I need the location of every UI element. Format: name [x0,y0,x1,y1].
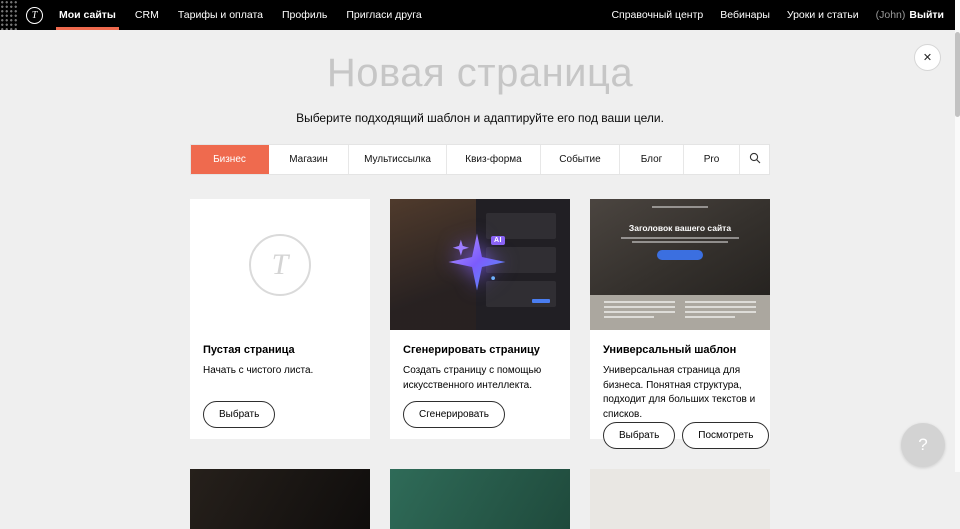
card-title: Пустая страница [203,344,357,356]
nav-invite-friend[interactable]: Пригласи друга [346,0,421,30]
new-page-modal: ✕ Новая страница Выберите подходящий шаб… [0,30,960,472]
template-category-tabs: Бизнес Магазин Мультиссылка Квиз-форма С… [190,144,770,175]
text-bar [604,316,654,318]
text-bar [604,306,675,308]
card-title: Сгенерировать страницу [403,344,557,356]
tab-shop[interactable]: Магазин [269,145,349,174]
nav-lessons[interactable]: Уроки и статьи [787,0,859,30]
universal-preview-text-section [590,295,770,330]
universal-preview-heading: Заголовок вашего сайта [590,199,770,233]
tilda-mark-icon: T [249,234,311,296]
universal-preview-text-line [621,237,739,239]
text-bar [685,306,756,308]
scrollbar-thumb[interactable] [955,32,960,117]
universal-preview-nav-bar [652,206,708,208]
card-description: Начать с чистого листа. [203,364,357,379]
help-button[interactable]: ? [901,423,945,467]
ai-preview-blue-bar [532,299,550,303]
account-logout[interactable]: (John) Выйти [876,9,944,21]
topbar-dot-pattern [0,0,18,30]
text-bar [604,311,675,313]
card-body: Универсальный шаблон Универсальная стран… [590,330,770,460]
tab-quiz-form[interactable]: Квиз-форма [447,145,541,174]
template-card-blank: T Пустая страница Начать с чистого листа… [190,199,370,439]
choose-blank-button[interactable]: Выбрать [203,401,275,428]
text-bar [685,316,735,318]
page-subtitle: Выберите подходящий шаблон и адаптируйте… [0,111,960,125]
universal-preview-text-column [685,301,756,324]
template-cards-row-2 [190,469,770,529]
template-preview-partial[interactable] [190,469,370,529]
card-buttons: Сгенерировать [403,401,557,428]
universal-preview-hero: Заголовок вашего сайта [590,199,770,295]
card-body: Сгенерировать страницу Создать страницу … [390,330,570,439]
topbar-nav-right: Справочный центр Вебинары Уроки и статьи… [611,0,944,30]
universal-preview-text-line [632,241,728,243]
nav-webinars[interactable]: Вебинары [720,0,770,30]
universal-preview-text-column [604,301,675,324]
close-button[interactable]: ✕ [914,44,941,71]
tab-pro[interactable]: Pro [684,145,740,174]
text-bar [604,301,675,303]
nav-profile[interactable]: Профиль [282,0,327,30]
template-card-universal: Заголовок вашего сайта [590,199,770,439]
template-preview-partial[interactable] [390,469,570,529]
nav-my-sites[interactable]: Мои сайты [59,0,116,30]
tab-business[interactable]: Бизнес [191,145,269,174]
template-preview-partial[interactable] [590,469,770,529]
card-description: Создать страницу с помощью искусственног… [403,364,557,393]
tab-blog[interactable]: Блог [620,145,684,174]
template-card-ai: AI Сгенерировать страницу Создать страни… [390,199,570,439]
search-icon [749,152,761,167]
tilda-logo[interactable]: T [26,7,43,24]
nav-tariffs[interactable]: Тарифы и оплата [178,0,263,30]
tilda-mark-letter: T [272,248,289,282]
close-icon: ✕ [923,51,932,64]
card-title: Универсальный шаблон [603,344,757,356]
ai-badge: AI [491,236,505,245]
topbar-nav-left: Мои сайты CRM Тарифы и оплата Профиль Пр… [59,0,422,30]
page-title: Новая страница [0,30,960,96]
view-universal-button[interactable]: Посмотреть [682,422,769,449]
universal-template-preview[interactable]: Заголовок вашего сайта [590,199,770,330]
card-body: Пустая страница Начать с чистого листа. … [190,330,370,439]
template-cards-row: T Пустая страница Начать с чистого листа… [190,199,770,439]
tab-multilink[interactable]: Мультиссылка [349,145,447,174]
help-question-icon: ? [918,435,927,455]
nav-crm[interactable]: CRM [135,0,159,30]
card-buttons: Выбрать [203,401,357,428]
blank-template-preview[interactable]: T [190,199,370,330]
text-bar [685,301,756,303]
topbar: T Мои сайты CRM Тарифы и оплата Профиль … [0,0,960,30]
card-description: Универсальная страница для бизнеса. Поня… [603,364,757,422]
tab-search[interactable] [740,145,769,174]
account-name: (John) [876,9,906,21]
generate-button[interactable]: Сгенерировать [403,401,505,428]
nav-help-center[interactable]: Справочный центр [611,0,703,30]
tab-event[interactable]: Событие [541,145,620,174]
logout-link: Выйти [909,9,944,21]
card-buttons: Выбрать Посмотреть [603,422,757,449]
universal-preview-blue-button [657,250,703,260]
text-bar [685,311,756,313]
choose-universal-button[interactable]: Выбрать [603,422,675,449]
ai-template-preview[interactable]: AI [390,199,570,330]
tilda-logo-letter: T [32,10,38,21]
scrollbar [955,0,960,472]
